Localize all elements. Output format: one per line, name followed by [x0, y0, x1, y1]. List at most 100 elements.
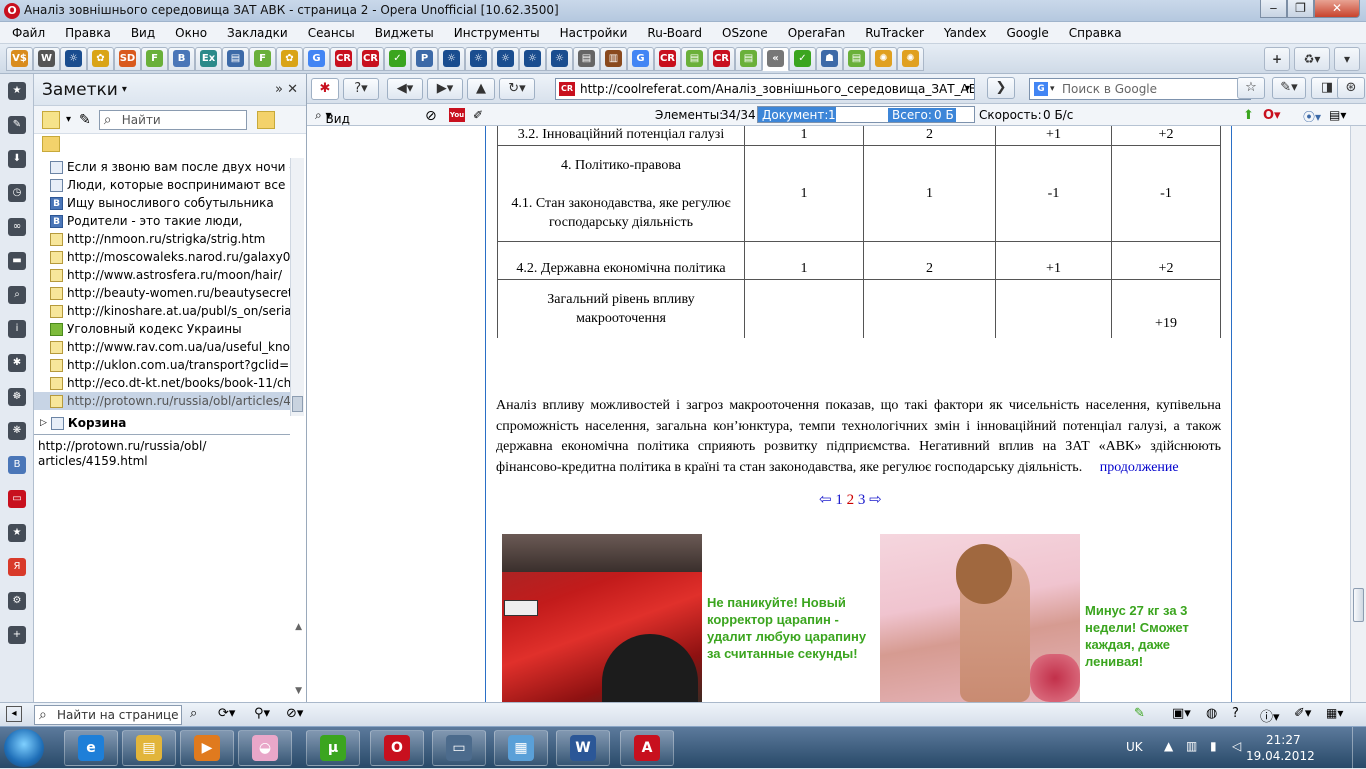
- browser-tab[interactable]: ▤: [735, 46, 762, 71]
- browser-tab[interactable]: B: [168, 46, 195, 71]
- browser-tab[interactable]: ☼: [465, 46, 492, 71]
- block-icon[interactable]: ⊘▾: [286, 706, 303, 721]
- hint-button[interactable]: ?▾: [343, 77, 379, 100]
- history-panel-icon[interactable]: ◷: [0, 176, 34, 210]
- browser-tab[interactable]: ✺: [870, 46, 897, 71]
- minimize-button[interactable]: ‒: [1260, 0, 1287, 18]
- menu-item[interactable]: Справка: [1061, 26, 1130, 40]
- page-link-3[interactable]: 3: [858, 492, 866, 508]
- bookmarks-panel-icon[interactable]: ★: [0, 74, 34, 108]
- info-icon[interactable]: ⓘ▾: [1260, 706, 1280, 725]
- browser-tab[interactable]: ▤: [573, 46, 600, 71]
- windows-panel-icon[interactable]: ▬: [0, 244, 34, 278]
- browser-tab[interactable]: G: [303, 46, 330, 71]
- browser-tab[interactable]: CR: [708, 46, 735, 71]
- browser-tab[interactable]: ☼: [60, 46, 87, 71]
- menu-item[interactable]: Закладки: [219, 26, 296, 40]
- notes-scrollbar[interactable]: [290, 158, 304, 416]
- note-item[interactable]: Если я звоню вам после двух ночи — ...: [34, 158, 290, 176]
- zoom-search-icon[interactable]: ⌕: [190, 706, 197, 721]
- note-item[interactable]: http://beauty-women.ru/beautysecrets/...: [34, 284, 290, 302]
- start-button[interactable]: [4, 729, 44, 767]
- browser-tab[interactable]: W: [33, 46, 60, 71]
- taskbar-pdf-button[interactable]: A: [620, 730, 674, 766]
- network-icon[interactable]: ▥: [1186, 739, 1197, 753]
- new-note-icon[interactable]: [42, 110, 60, 129]
- address-input[interactable]: CR http://coolreferat.com/Аналіз_зовнішн…: [555, 78, 975, 100]
- note-item[interactable]: B Ищу выносливого собутыльника: [34, 194, 290, 212]
- notes-menu-chevron-icon[interactable]: ▾: [122, 84, 127, 95]
- new-note-chevron-icon[interactable]: ▾: [66, 114, 71, 125]
- search-engine-input[interactable]: G ▾ Поиск в Google ⌕: [1029, 78, 1251, 100]
- widgets-panel-icon[interactable]: ✱: [0, 346, 34, 380]
- note-item[interactable]: http://nmoon.ru/strigka/strig.htm: [34, 230, 290, 248]
- menu-item[interactable]: OSzone: [714, 26, 776, 40]
- browser-tab[interactable]: ☼: [519, 46, 546, 71]
- language-indicator[interactable]: UK: [1126, 740, 1143, 754]
- home-button[interactable]: ▲: [467, 77, 495, 100]
- next-page-arrow-icon[interactable]: ⇨: [869, 492, 882, 508]
- taskbar-ie-button[interactable]: e: [64, 730, 118, 766]
- browser-tab[interactable]: ▤: [681, 46, 708, 71]
- more-options-icon[interactable]: ⦿▾: [1303, 108, 1321, 125]
- notes-panel-icon[interactable]: ✎: [0, 108, 34, 142]
- menu-item[interactable]: OperaFan: [780, 26, 854, 40]
- add-panel-icon[interactable]: +: [0, 618, 34, 652]
- browser-tab[interactable]: ✿: [87, 46, 114, 71]
- page-scrollbar[interactable]: [1350, 126, 1366, 702]
- clock-time[interactable]: 21:27: [1266, 733, 1301, 747]
- page-link-1[interactable]: 1: [835, 492, 843, 508]
- favorite-panel-icon[interactable]: ★: [0, 516, 34, 550]
- links-panel-icon[interactable]: ∞: [0, 210, 34, 244]
- tray-arrow-icon[interactable]: ▲: [1164, 739, 1173, 753]
- menu-item[interactable]: Сеансы: [300, 26, 363, 40]
- turbo-icon[interactable]: ⊛: [1337, 77, 1365, 99]
- unite-panel-icon[interactable]: ☸: [0, 380, 34, 414]
- brush-icon[interactable]: ✐▾: [1294, 706, 1311, 721]
- clock-date[interactable]: 19.04.2012: [1246, 749, 1315, 763]
- google-icon[interactable]: G: [1034, 82, 1048, 96]
- browser-tab[interactable]: Ex: [195, 46, 222, 71]
- ad-diet-image[interactable]: [880, 534, 1080, 702]
- taskbar-presentation-button[interactable]: ▭: [432, 730, 486, 766]
- menu-item[interactable]: Yandex: [936, 26, 995, 40]
- opera-link-icon[interactable]: O▾: [1263, 108, 1281, 123]
- ad-car-image[interactable]: [502, 534, 702, 702]
- browser-tab[interactable]: ☼: [492, 46, 519, 71]
- downloads-panel-icon[interactable]: ⬇: [0, 142, 34, 176]
- battery-icon[interactable]: ▮: [1210, 739, 1217, 753]
- calendar-panel-icon[interactable]: ▭: [0, 482, 34, 516]
- browser-tab[interactable]: ☼: [438, 46, 465, 71]
- note-item[interactable]: Уголовный кодекс Украины: [34, 320, 290, 338]
- menu-item[interactable]: Настройки: [552, 26, 636, 40]
- ad-2-text[interactable]: Минус 27 кг за 3 недели! Сможет каждая, …: [1085, 602, 1215, 670]
- menu-item[interactable]: Правка: [57, 26, 119, 40]
- taskbar-explorer-button[interactable]: ▤: [122, 730, 176, 766]
- page-scroll-thumb[interactable]: [1353, 588, 1364, 622]
- browser-tab[interactable]: F: [141, 46, 168, 71]
- note-item[interactable]: http://www.astrosfera.ru/moon/hair/: [34, 266, 290, 284]
- notes-panel-controls[interactable]: » ✕: [275, 82, 298, 97]
- taskbar-opera-button[interactable]: O: [370, 730, 424, 766]
- menu-item[interactable]: Google: [998, 26, 1056, 40]
- browser-tab[interactable]: P: [411, 46, 438, 71]
- sync-icon[interactable]: ⟳▾: [218, 706, 235, 721]
- vk-panel-icon[interactable]: B: [0, 448, 34, 482]
- browser-tab[interactable]: SD: [114, 46, 141, 71]
- browser-tab[interactable]: ☗: [816, 46, 843, 71]
- forward-button[interactable]: ▶▾: [427, 77, 463, 100]
- wand-icon[interactable]: ✎: [1134, 706, 1145, 721]
- close-button[interactable]: ✕: [1314, 0, 1360, 18]
- note-item[interactable]: http://eco.dt-kt.net/books/book-11/ch...: [34, 374, 290, 392]
- note-item[interactable]: http://moscowaleks.narod.ru/galaxy016...: [34, 248, 290, 266]
- info-panel-icon[interactable]: i: [0, 312, 34, 346]
- globe-icon[interactable]: ◍: [1206, 706, 1217, 721]
- bookmark-star-button[interactable]: ☆: [1237, 77, 1265, 99]
- note-item[interactable]: B Родители - это такие люди,: [34, 212, 290, 230]
- notes-search-input[interactable]: Найти: [98, 109, 247, 130]
- yandex-panel-icon[interactable]: Я: [0, 550, 34, 584]
- share-icon[interactable]: ⚲▾: [254, 706, 270, 721]
- extensions-panel-icon[interactable]: ⚙: [0, 584, 34, 618]
- browser-tab[interactable]: V$: [6, 46, 33, 71]
- note-item[interactable]: http://protown.ru/russia/obl/articles/41…: [34, 392, 290, 410]
